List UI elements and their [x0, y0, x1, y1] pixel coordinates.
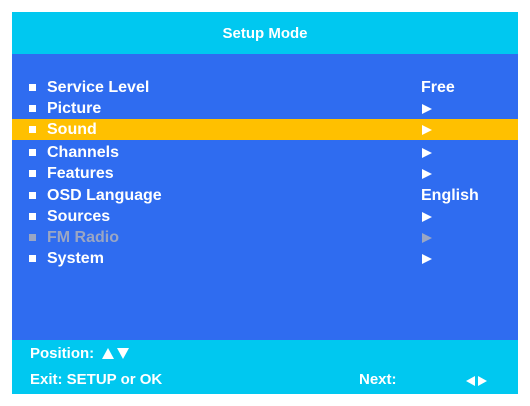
arrow-right-icon	[422, 125, 432, 135]
bullet-icon	[29, 213, 36, 220]
arrow-right-icon	[422, 104, 432, 114]
bullet-icon	[29, 105, 36, 112]
position-hint: Position:	[30, 343, 130, 363]
arrow-right-icon	[422, 169, 432, 179]
arrow-right-icon	[422, 148, 432, 158]
menu-item-label: OSD Language	[47, 187, 162, 204]
menu-item-sources[interactable]: Sources	[12, 206, 518, 227]
exit-hint: Exit: SETUP or OK	[30, 371, 163, 388]
left-right-arrows-icon	[466, 376, 496, 386]
page-title: Setup Mode	[222, 24, 308, 42]
bullet-icon	[29, 126, 36, 133]
position-label: Position:	[30, 344, 95, 362]
menu-item-system[interactable]: System	[12, 248, 518, 269]
menu-item-label: System	[47, 250, 104, 267]
bullet-icon	[29, 170, 36, 177]
menu-item-value: Free	[421, 79, 455, 96]
menu-item-value: English	[421, 187, 479, 204]
arrow-right-icon	[478, 376, 487, 386]
arrow-right-icon	[422, 212, 432, 222]
arrow-right-icon	[422, 233, 432, 243]
menu-item-label: Picture	[47, 100, 102, 117]
osd-frame: Setup Mode Service Level Free Picture So…	[0, 0, 530, 406]
bullet-icon	[29, 255, 36, 262]
arrow-left-icon	[466, 376, 475, 386]
menu-item-osd-language[interactable]: OSD Language English	[12, 185, 518, 206]
menu-item-sound[interactable]: Sound	[12, 119, 518, 140]
menu-item-features[interactable]: Features	[12, 163, 518, 184]
menu-item-fm-radio: FM Radio	[12, 227, 518, 248]
menu-item-label: Channels	[47, 144, 120, 161]
menu-item-service-level[interactable]: Service Level Free	[12, 77, 518, 98]
title-bar: Setup Mode	[12, 12, 518, 54]
setup-menu: Service Level Free Picture Sound Channel…	[12, 54, 518, 340]
arrow-down-icon	[117, 347, 130, 359]
arrow-right-icon	[422, 254, 432, 264]
help-footer: Position: Exit: SETUP or OK Next:	[12, 340, 518, 394]
menu-item-picture[interactable]: Picture	[12, 98, 518, 119]
arrow-up-icon	[102, 347, 115, 359]
bullet-icon	[29, 234, 36, 241]
menu-item-label: Sources	[47, 208, 111, 225]
bullet-icon	[29, 192, 36, 199]
next-hint: Next:	[359, 371, 397, 388]
menu-item-label: Service Level	[47, 79, 150, 96]
menu-item-label: FM Radio	[47, 229, 119, 246]
menu-item-channels[interactable]: Channels	[12, 142, 518, 163]
bullet-icon	[29, 149, 36, 156]
menu-item-label: Features	[47, 165, 114, 182]
menu-item-label: Sound	[47, 121, 97, 138]
bullet-icon	[29, 84, 36, 91]
